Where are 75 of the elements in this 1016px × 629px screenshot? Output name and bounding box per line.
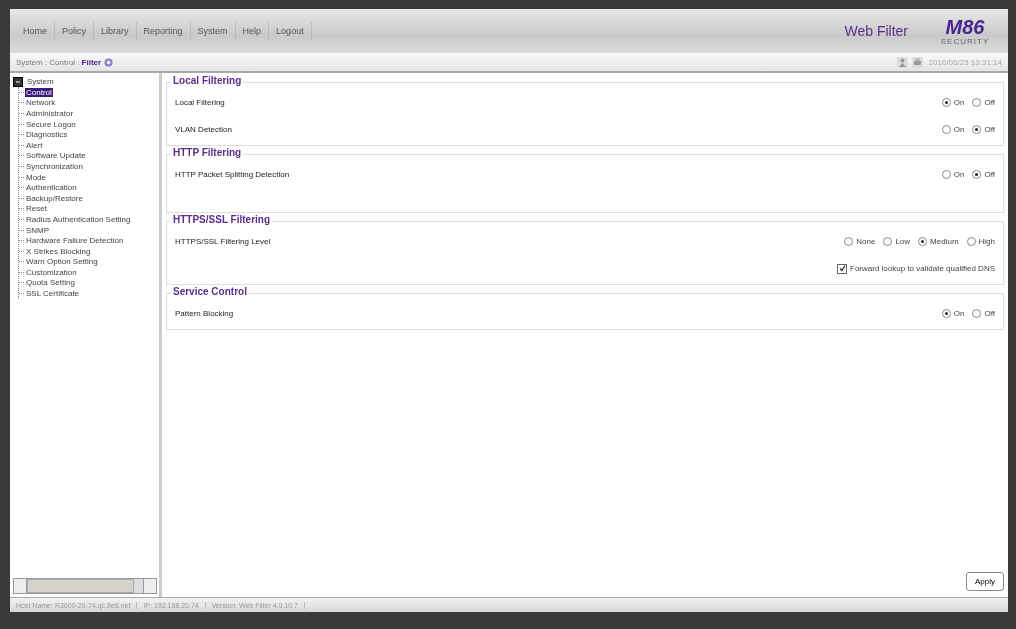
tree-item[interactable]: Alert <box>25 140 44 150</box>
help-icon[interactable] <box>104 57 114 67</box>
radio-button[interactable] <box>941 309 951 318</box>
radio-button[interactable] <box>844 237 854 246</box>
logo-subtitle: SECURITY <box>940 36 990 46</box>
menu-item[interactable]: Reporting <box>136 22 191 40</box>
radio-option[interactable]: Off <box>972 125 995 134</box>
menu-item[interactable]: Help <box>235 22 270 40</box>
group-title: Service Control <box>171 286 249 297</box>
logo-mark: M86 <box>945 16 985 37</box>
setting-label: VLAN Detection <box>175 125 233 134</box>
menu-item[interactable]: Home <box>16 22 55 40</box>
tree-item[interactable]: Mode <box>25 172 47 182</box>
tree-item[interactable]: Radius Authentication Setting <box>25 214 132 224</box>
tree-item[interactable]: Hardware Failure Detection <box>25 236 125 246</box>
tree-item[interactable]: Reset <box>25 204 48 214</box>
radio-option[interactable]: Off <box>972 170 995 179</box>
group-title: HTTP Filtering <box>171 147 244 158</box>
product-name: Web Filter <box>844 23 908 39</box>
radio-option[interactable]: None <box>844 237 876 246</box>
checkbox[interactable] <box>837 263 848 274</box>
radio-button[interactable] <box>918 237 928 246</box>
radio-button[interactable] <box>972 309 982 318</box>
radio-option[interactable]: High <box>966 237 995 246</box>
group-title: HTTPS/SSL Filtering <box>171 214 273 225</box>
tree-item[interactable]: Diagnostics <box>25 130 69 140</box>
tree-item[interactable]: Synchronization <box>25 161 84 171</box>
setting-label: HTTPS/SSL Filtering Level <box>175 237 272 246</box>
radio-option[interactable]: On <box>941 170 965 179</box>
tree-item[interactable]: Customization <box>25 267 78 277</box>
tree-item[interactable]: Software Update <box>25 151 87 161</box>
apply-button[interactable]: Apply <box>966 572 1004 591</box>
tree-item[interactable]: X Strikes Blocking <box>25 246 92 256</box>
timestamp: 2010/06/25 13:31:14 <box>928 57 1002 67</box>
radio-button[interactable] <box>883 237 893 246</box>
radio-button[interactable] <box>966 237 976 246</box>
printer-icon[interactable] <box>911 56 923 68</box>
breadcrumb-path: System : Control : <box>16 57 80 67</box>
breadcrumb-current: Filter <box>81 57 102 67</box>
tree-item[interactable]: Secure Logon <box>25 119 77 129</box>
checkbox-option[interactable]: Forward lookup to validate qualified DNS <box>175 263 995 274</box>
radio-button[interactable] <box>941 125 951 134</box>
radio-option[interactable]: On <box>941 309 965 318</box>
group-title: Local Filtering <box>171 75 244 86</box>
setting-label: Local Filtering <box>175 98 226 107</box>
menu-item[interactable]: System <box>190 22 236 40</box>
tree-item[interactable]: Warn Option Setting <box>25 257 99 267</box>
radio-option[interactable]: On <box>941 125 965 134</box>
tree-item[interactable]: Backup/Restore <box>25 193 84 203</box>
radio-button[interactable] <box>972 170 982 179</box>
user-icon[interactable] <box>896 56 908 68</box>
tree-item[interactable]: Control <box>25 87 53 97</box>
radio-button[interactable] <box>972 98 982 107</box>
tree-item[interactable]: SSL Certificate <box>25 289 81 299</box>
tree-item[interactable]: Administrator <box>25 109 75 118</box>
horizontal-scrollbar[interactable] <box>13 578 157 594</box>
menu-item[interactable]: Library <box>94 22 137 40</box>
menu-item[interactable]: Logout <box>269 22 312 40</box>
radio-option[interactable]: On <box>941 98 965 107</box>
menu-item[interactable]: Policy <box>55 22 95 40</box>
tree-toggle-icon[interactable] <box>13 76 23 87</box>
radio-option[interactable]: Low <box>883 237 911 246</box>
tree-item[interactable]: Authentication <box>25 183 78 193</box>
radio-button[interactable] <box>941 170 951 179</box>
tree-item[interactable]: System <box>26 77 55 86</box>
radio-option[interactable]: Off <box>972 309 995 318</box>
tree-item[interactable]: SNMP <box>25 225 51 235</box>
setting-label: HTTP Packet Splitting Detection <box>175 170 291 179</box>
radio-option[interactable]: Off <box>972 98 995 107</box>
setting-label: Pattern Blocking <box>175 309 235 318</box>
radio-option[interactable]: Medium <box>918 237 959 246</box>
radio-button[interactable] <box>941 98 951 107</box>
tree-item[interactable]: Quota Setting <box>25 278 76 288</box>
tree-item[interactable]: Network <box>25 98 57 108</box>
radio-button[interactable] <box>972 125 982 134</box>
